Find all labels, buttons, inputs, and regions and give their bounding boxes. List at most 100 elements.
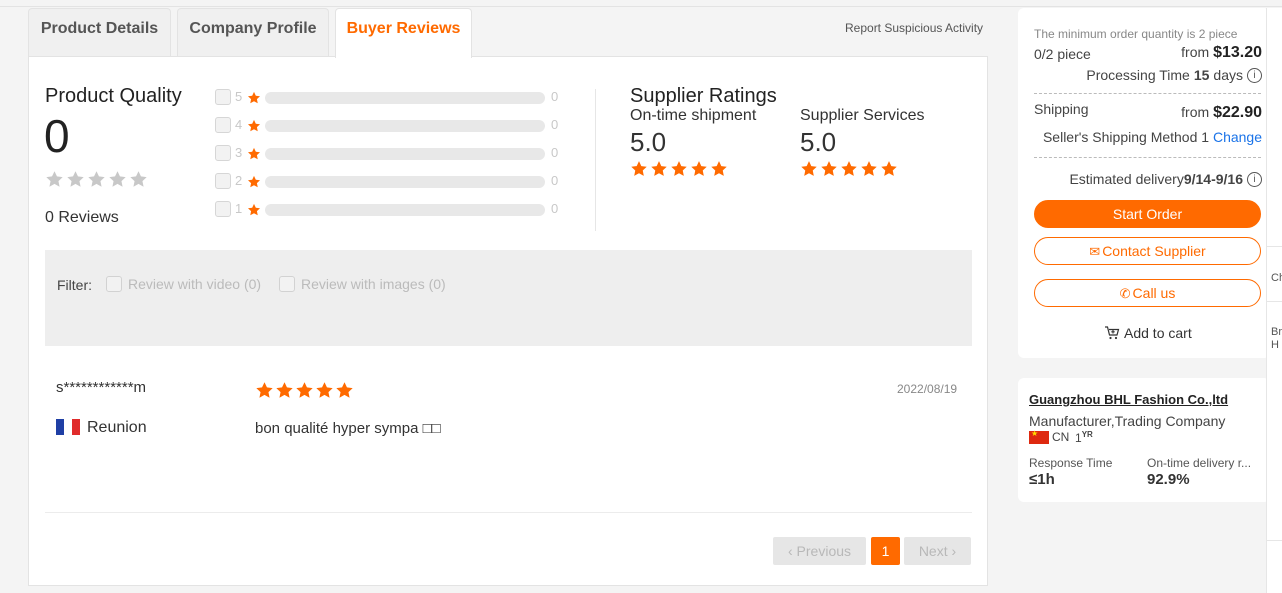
side-item-browse[interactable]: Br H — [1271, 326, 1282, 352]
side-label: Br — [1271, 326, 1282, 338]
rating-filter-checkbox[interactable] — [215, 173, 231, 189]
review-stars — [255, 381, 354, 400]
shipping-price: from $22.90 — [1181, 104, 1262, 122]
rating-star-number: 5 — [235, 89, 243, 104]
company-name-link[interactable]: Guangzhou BHL Fashion Co.,ltd — [1029, 392, 1228, 407]
side-item-chat[interactable]: Ch — [1271, 272, 1282, 284]
rating-count: 0 — [551, 145, 559, 160]
start-order-button[interactable]: Start Order — [1034, 200, 1261, 228]
rating-filter-checkbox[interactable] — [215, 117, 231, 133]
divider — [1267, 540, 1282, 541]
processing-days: 15 — [1193, 67, 1210, 83]
info-icon[interactable]: i — [1247, 171, 1262, 187]
filter-label: Filter: — [57, 277, 92, 293]
star-icon — [336, 382, 353, 398]
reviews-panel: Product Quality 0 0 Reviews 5040302010 S… — [28, 56, 988, 586]
checkbox[interactable] — [279, 276, 295, 292]
star-icon — [671, 161, 687, 176]
divider — [1267, 301, 1282, 302]
company-card: Guangzhou BHL Fashion Co.,ltd Manufactur… — [1018, 378, 1270, 502]
page-1-button[interactable]: 1 — [871, 537, 900, 565]
rating-value: 5.0 — [630, 127, 667, 157]
rating-star-number: 3 — [235, 145, 243, 160]
add-to-cart-button[interactable]: Add to cart — [1104, 325, 1192, 341]
contact-supplier-button[interactable]: ✉ Contact Supplier — [1034, 237, 1261, 265]
previous-label: Previous — [796, 543, 852, 559]
rating-row-2: 20 — [215, 173, 575, 189]
side-label: H — [1271, 339, 1279, 351]
response-time-value: ≤1h — [1029, 471, 1055, 488]
rating-bar — [265, 204, 545, 216]
rating-filter-checkbox[interactable] — [215, 89, 231, 105]
add-to-cart-label: Add to cart — [1124, 325, 1192, 341]
rating-ontime-shipment: On-time shipment 5.0 — [630, 107, 756, 178]
rating-count: 0 — [551, 201, 559, 216]
divider — [1034, 157, 1261, 158]
call-us-button[interactable]: ✆ Call us — [1034, 279, 1261, 307]
rating-supplier-services: Supplier Services 5.0 — [800, 107, 925, 178]
star-icon — [801, 161, 817, 176]
star-icon — [130, 171, 147, 187]
info-icon[interactable]: i — [1247, 67, 1262, 83]
processing-label: Processing Time — [1086, 67, 1190, 83]
star-icon — [67, 171, 84, 187]
filter-video-checkbox[interactable]: Review with video (0) — [106, 276, 261, 292]
price-value: $13.20 — [1213, 44, 1262, 61]
shipping-method-label: Seller's Shipping Method 1 — [1042, 129, 1210, 145]
rating-star-number: 2 — [235, 173, 243, 188]
shipping-label: Shipping — [1034, 101, 1089, 117]
rating-filter-checkbox[interactable] — [215, 145, 231, 161]
next-page-button[interactable]: Next › — [904, 537, 971, 565]
star-icon — [841, 161, 857, 176]
min-order-note: The minimum order quantity is 2 piece — [1034, 27, 1238, 41]
years-value: 1 — [1075, 431, 1082, 445]
contact-label: Contact Supplier — [1102, 243, 1206, 259]
rating-label: Supplier Services — [800, 107, 925, 124]
change-shipping-link[interactable]: Change — [1213, 129, 1262, 145]
rating-value: 5.0 — [800, 127, 837, 157]
filter-video-label: Review with video (0) — [128, 276, 262, 292]
star-icon — [247, 203, 261, 216]
star-icon — [247, 175, 261, 188]
star-icon — [631, 161, 647, 176]
report-suspicious-link[interactable]: Report Suspicious Activity — [845, 21, 983, 35]
call-label: Call us — [1132, 285, 1176, 301]
filter-bar: Filter: Review with video (0) Review wit… — [45, 250, 972, 346]
filter-images-checkbox[interactable]: Review with images (0) — [279, 276, 446, 292]
product-quality-title: Product Quality — [45, 85, 182, 107]
shipping-method: Seller's Shipping Method 1 Change — [1043, 129, 1262, 145]
filter-images-label: Review with images (0) — [301, 276, 446, 292]
star-icon — [316, 382, 333, 398]
company-type: Manufacturer,Trading Company — [1029, 413, 1226, 429]
est-label: Estimated delivery — [1069, 171, 1184, 187]
rating-count: 0 — [551, 173, 559, 188]
star-icon — [691, 161, 707, 176]
processing-time: Processing Time 15 days i — [1086, 67, 1262, 83]
response-time-label: Response Time — [1029, 456, 1113, 470]
side-toolbar: Ch BrH — [1266, 8, 1282, 593]
checkbox[interactable] — [106, 276, 122, 292]
ontime-delivery-value: 92.9% — [1147, 471, 1190, 488]
review-text: bon qualité hyper sympa □□ — [255, 420, 441, 437]
order-quantity: 0/2 piece — [1034, 46, 1091, 62]
divider — [1034, 93, 1261, 94]
rating-star-number: 1 — [235, 201, 243, 216]
review-count: 0 Reviews — [45, 209, 119, 226]
tab-buyer-reviews[interactable]: Buyer Reviews — [335, 8, 472, 58]
rating-row-5: 50 — [215, 89, 575, 105]
previous-page-button[interactable]: ‹ Previous — [773, 537, 866, 565]
divider — [595, 89, 596, 231]
rating-filter-checkbox[interactable] — [215, 201, 231, 217]
rating-stars — [800, 160, 925, 178]
rating-row-4: 40 — [215, 117, 575, 133]
supplier-ratings-title: Supplier Ratings — [630, 85, 777, 107]
rating-count: 0 — [551, 117, 559, 132]
rating-count: 0 — [551, 89, 559, 104]
company-country: CN — [1052, 430, 1070, 444]
price-prefix: from — [1181, 104, 1210, 120]
tab-company-profile[interactable]: Company Profile — [177, 8, 329, 57]
reviewer-name: s************m — [56, 379, 147, 396]
tab-product-details[interactable]: Product Details — [28, 8, 171, 57]
rating-star-number: 4 — [235, 117, 243, 132]
phone-icon: ✆ — [1119, 286, 1131, 301]
